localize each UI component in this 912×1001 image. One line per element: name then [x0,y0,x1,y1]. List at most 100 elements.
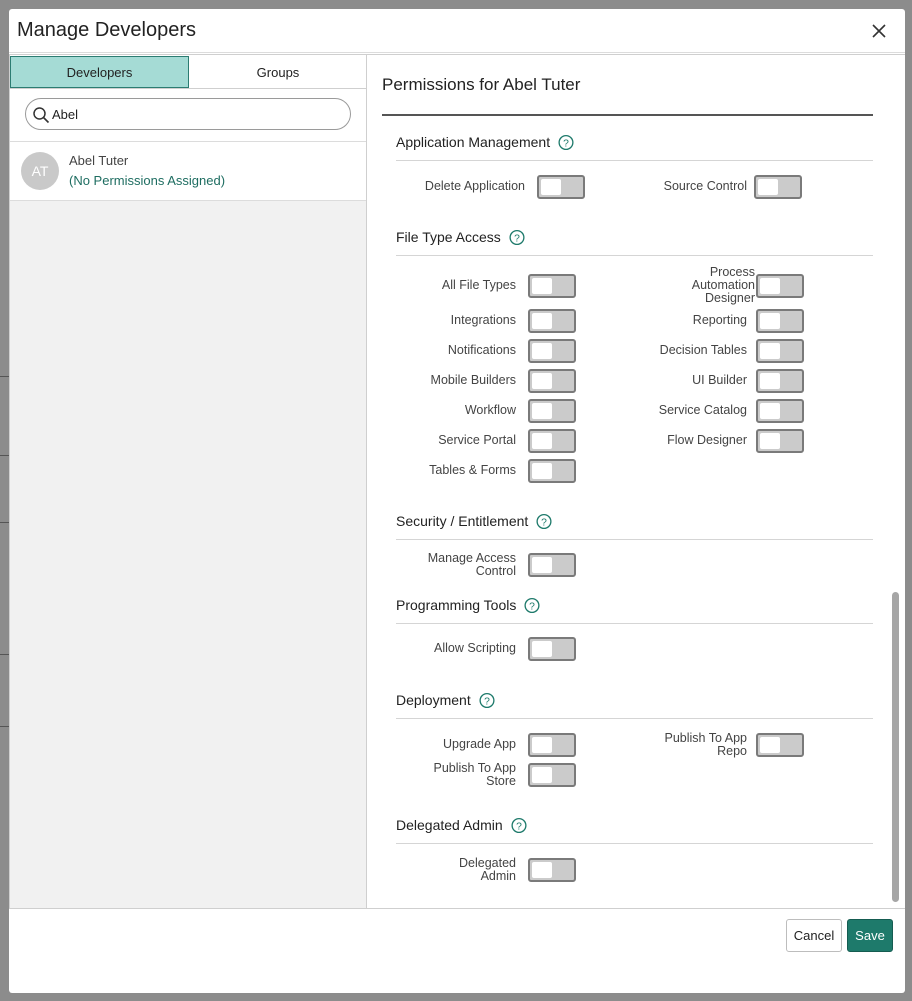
toggle-workflow[interactable] [528,399,576,423]
toggle-label-notifications: Notifications [447,343,516,357]
section-delegated-admin: Delegated Admin ? [396,817,527,833]
toggle-publish-to-app-repo[interactable] [756,733,804,757]
toggle-label-allow-scripting: Allow Scripting [434,641,516,655]
toggle-label-integrations: Integrations [450,313,516,327]
title-divider [382,114,873,116]
toggle-mobile-builders[interactable] [528,369,576,393]
toggle-label-workflow: Workflow [464,403,516,417]
toggle-flow-designer[interactable] [756,429,804,453]
toggle-delegated-admin[interactable] [528,858,576,882]
tab-groups[interactable]: Groups [190,56,366,88]
section-security-entitlement: Security / Entitlement ? [396,513,552,529]
section-heading: Programming Tools [396,597,517,613]
toggle-label-delete-application: Delete Application [424,179,525,193]
permissions-title: Permissions for Abel Tuter [382,75,581,94]
toggle-decision-tables[interactable] [756,339,804,363]
toggle-allow-scripting[interactable] [528,637,576,661]
toggle-notifications[interactable] [528,339,576,363]
dialog-title: Manage Developers [17,19,196,41]
search-area [10,89,366,142]
section-programming-tools: Programming Tools ? [396,597,540,613]
toggle-service-catalog[interactable] [756,399,804,423]
svg-text:?: ? [514,233,520,244]
background-divider [0,522,9,523]
close-icon [872,24,886,38]
toggle-all-file-types[interactable] [528,274,576,298]
toggle-label-tables-and-forms: Tables & Forms [429,463,516,477]
help-icon[interactable]: ? [511,817,527,833]
toggle-label-ui-builder: UI Builder [692,373,747,387]
user-name: Abel Tuter [69,153,129,168]
toggle-service-portal[interactable] [528,429,576,453]
section-divider [396,623,873,624]
tab-developers[interactable]: Developers [10,56,189,88]
section-divider [396,843,873,844]
manage-developers-dialog: Manage Developers Developers Groups AT A… [9,9,905,993]
section-heading: Security / Entitlement [396,513,529,529]
help-icon[interactable]: ? [536,513,552,529]
background-divider [0,654,9,655]
section-divider [396,539,873,540]
background-divider [0,376,9,377]
toggle-label-publish-to-app-store: Publish To App Store [433,761,516,788]
close-button[interactable] [867,19,891,43]
toggle-label-process-automation-designer: Process Automation Designer [691,265,755,305]
toggle-label-mobile-builders: Mobile Builders [430,373,516,387]
svg-text:?: ? [541,517,547,528]
toggle-upgrade-app[interactable] [528,733,576,757]
toggle-label-reporting: Reporting [692,313,747,327]
help-icon[interactable]: ? [479,692,495,708]
toggle-label-service-portal: Service Portal [438,433,516,447]
help-icon[interactable]: ? [509,229,525,245]
permission-status: (No Permissions Assigned) [69,173,226,188]
help-icon[interactable]: ? [558,134,574,150]
section-divider [396,255,873,256]
toggle-label-manage-access-control: Manage Access Control [427,551,516,578]
toggle-label-publish-to-app-repo: Publish To App Repo [664,731,747,758]
cancel-button[interactable]: Cancel [786,919,842,952]
toggle-label-decision-tables: Decision Tables [659,343,747,357]
background-divider [0,726,9,727]
svg-text:?: ? [529,601,535,612]
toggle-source-control[interactable] [754,175,802,199]
svg-text:?: ? [484,696,490,707]
toggle-ui-builder[interactable] [756,369,804,393]
toggle-label-flow-designer: Flow Designer [667,433,747,447]
section-heading: Deployment [396,692,471,708]
developers-list-pane: Developers Groups AT Abel Tuter (No Perm… [9,54,367,909]
section-application-management: Application Management ? [396,134,574,150]
tab-bar: Developers Groups [10,55,366,89]
help-icon[interactable]: ? [524,597,540,613]
search-input[interactable] [52,104,342,124]
section-heading: Delegated Admin [396,817,503,833]
search-box [25,98,351,130]
svg-text:?: ? [516,821,522,832]
section-heading: Application Management [396,134,551,150]
permissions-pane: Permissions for Abel Tuter Application M… [367,54,905,909]
section-divider [396,718,873,719]
scrollbar-thumb[interactable] [892,592,899,902]
toggle-label-all-file-types: All File Types [441,278,516,292]
section-heading: File Type Access [396,229,501,245]
toggle-reporting[interactable] [756,309,804,333]
dialog-header: Manage Developers [9,9,905,53]
toggle-label-source-control: Source Control [663,179,747,193]
background-divider [0,455,9,456]
toggle-label-upgrade-app: Upgrade App [443,737,516,751]
toggle-delete-application[interactable] [537,175,585,199]
list-item[interactable]: AT Abel Tuter (No Permissions Assigned) [10,142,366,201]
toggle-integrations[interactable] [528,309,576,333]
toggle-label-service-catalog: Service Catalog [658,403,747,417]
section-deployment: Deployment ? [396,692,495,708]
search-icon [33,107,50,124]
toggle-process-automation-designer[interactable] [756,274,804,298]
toggle-manage-access-control[interactable] [528,553,576,577]
toggle-tables-and-forms[interactable] [528,459,576,483]
avatar: AT [21,152,59,190]
toggle-publish-to-app-store[interactable] [528,763,576,787]
section-divider [396,160,873,161]
svg-text:?: ? [563,138,569,149]
toggle-label-delegated-admin: Delegated Admin [459,856,516,883]
section-file-type-access: File Type Access ? [396,229,525,245]
save-button[interactable]: Save [847,919,893,952]
